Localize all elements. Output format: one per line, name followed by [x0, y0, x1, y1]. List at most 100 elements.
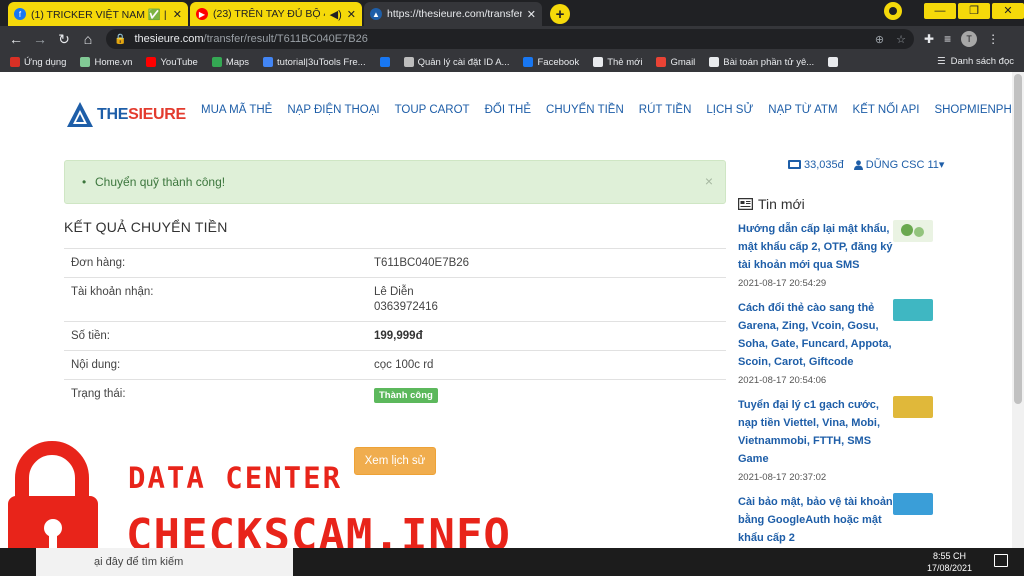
- new-tab-button[interactable]: +: [550, 4, 570, 24]
- bookmark-star-icon[interactable]: ☆: [896, 33, 906, 46]
- result-table: Đơn hàng: T611BC040E7B26 Tài khoản nhận:…: [64, 248, 726, 411]
- news-heading: Tin mới: [738, 196, 805, 212]
- reload-icon[interactable]: ↻: [52, 31, 76, 48]
- close-tab-icon[interactable]: ✕: [527, 8, 536, 21]
- lock-icon[interactable]: 🔒: [114, 34, 126, 45]
- news-thumbnail[interactable]: [893, 396, 933, 418]
- table-row: Đơn hàng: T611BC040E7B26: [64, 248, 726, 277]
- close-tab-icon[interactable]: ✕: [173, 8, 182, 21]
- news-list: Hướng dẫn cấp lại mật khẩu, mật khẩu cấp…: [738, 220, 938, 557]
- address-bar[interactable]: 🔒 thesieure.com /transfer/result/T611BC0…: [106, 29, 914, 49]
- bookmark-label: Thẻ mới: [607, 56, 643, 68]
- nav-link[interactable]: ĐỔI THẺ: [485, 104, 531, 116]
- row-label: Số tiền:: [71, 330, 110, 342]
- news-time: 2021-08-17 20:37:02: [738, 472, 827, 483]
- newspaper-icon: [738, 198, 753, 210]
- nav-link[interactable]: MUA MÃ THẺ: [201, 104, 272, 116]
- thesieure-icon: ▲: [370, 8, 382, 20]
- caret-down-icon: ▾: [938, 159, 945, 171]
- table-row: Tài khoản nhận: Lê Diễn 0363972416: [64, 277, 726, 321]
- globe-icon: [709, 57, 720, 67]
- bookmark-item[interactable]: Quản lý cài đặt ID A...: [403, 56, 510, 68]
- bookmark-item[interactable]: Maps: [211, 56, 250, 68]
- menu-kebab-icon[interactable]: ⋮: [987, 32, 999, 46]
- profile-avatar[interactable]: T: [961, 31, 978, 47]
- news-thumbnail[interactable]: [893, 220, 933, 242]
- back-icon[interactable]: ←: [4, 31, 28, 47]
- clock-time: 8:55 CH: [932, 551, 966, 561]
- bookmark-label: YouTube: [160, 56, 198, 68]
- browser-toolbar: ← → ↻ ⌂ 🔒 thesieure.com /transfer/result…: [0, 26, 1024, 52]
- table-row: Nội dung: cọc 100c rd: [64, 350, 726, 379]
- bookmark-item[interactable]: Ứng dụng: [10, 57, 66, 68]
- row-label: Trạng thái:: [71, 388, 126, 400]
- reading-list[interactable]: ☰ Danh sách đọc: [937, 56, 1014, 67]
- bookmark-label: Bài toán phần tử yê...: [723, 56, 815, 68]
- browser-tab-active[interactable]: ▲ https://thesieure.com/transfer/result …: [364, 2, 542, 26]
- nav-link[interactable]: RÚT TIỀN: [639, 104, 692, 116]
- logo-text-the: THE: [97, 106, 129, 123]
- alert-close-button[interactable]: ×: [705, 173, 713, 189]
- news-thumbnail[interactable]: [893, 493, 933, 515]
- recipient-phone: 0363972416: [374, 301, 438, 313]
- news-title-link[interactable]: Tuyển đại lý c1 gạch cước, nạp tiền Viet…: [738, 396, 893, 468]
- nav-link[interactable]: LỊCH SỬ: [706, 104, 753, 116]
- status-badge: Thành công: [374, 388, 438, 403]
- maximize-button[interactable]: ❐: [958, 3, 990, 19]
- close-window-button[interactable]: ✕: [992, 3, 1024, 19]
- bookmarks-bar: Ứng dụng Home.vn YouTube Maps tutorial|3uToo…: [0, 52, 1024, 72]
- extensions-icon[interactable]: ✚: [924, 32, 934, 46]
- window-controls: — ❐ ✕: [884, 0, 1024, 22]
- news-title-link[interactable]: Cài bảo mật, bảo vệ tài khoản bằng Googl…: [738, 493, 893, 547]
- news-title-link[interactable]: Hướng dẫn cấp lại mật khẩu, mật khẩu cấp…: [738, 220, 893, 274]
- nav-link[interactable]: KẾT NỐI API: [853, 104, 920, 116]
- nav-link[interactable]: TOUP CAROT: [395, 104, 470, 116]
- nav-link[interactable]: SHOPMIENPHI: [934, 104, 1015, 116]
- user-menu[interactable]: DŨNG CSC 11▾: [853, 158, 945, 171]
- bookmark-item[interactable]: Gmail: [656, 57, 695, 68]
- table-row: Số tiền: 199,999đ: [64, 321, 726, 350]
- browser-tab[interactable]: ▶ (23) TRÊN TAY ĐỦ BỘ 4 MÁY ◀) ✕: [190, 2, 362, 26]
- bookmark-label: Quản lý cài đặt ID A...: [417, 56, 510, 68]
- tab-search-icon[interactable]: [884, 2, 902, 20]
- bookmark-item[interactable]: Bài toán phần tử yê...: [709, 57, 814, 68]
- nav-link[interactable]: NẠP TỪ ATM: [768, 104, 837, 116]
- news-title-link[interactable]: Cách đổi thẻ cào sang thẻ Garena, Zing, …: [738, 299, 893, 371]
- browser-tab[interactable]: f (1) TRICKER VIỆT NAM ✅ | Facebook ✕: [8, 2, 188, 26]
- bookmark-label: Maps: [225, 56, 250, 68]
- nav-link[interactable]: NẠP ĐIỆN THOẠI: [287, 104, 379, 116]
- taskbar-search-box[interactable]: ại đây để tìm kiếm: [36, 548, 293, 576]
- notification-icon[interactable]: [994, 554, 1008, 567]
- bookmark-item[interactable]: [379, 57, 390, 67]
- bookmark-item[interactable]: [828, 57, 839, 67]
- nav-link[interactable]: CHUYỂN TIỀN: [546, 104, 624, 116]
- mute-icon[interactable]: ◀): [330, 8, 342, 21]
- zoom-icon[interactable]: ⊕: [875, 33, 884, 46]
- transfer-note: cọc 100c rd: [374, 359, 434, 371]
- bookmark-item[interactable]: Home.vn: [80, 57, 132, 68]
- scrollbar-thumb[interactable]: [1014, 74, 1022, 404]
- facebook-icon: f: [14, 8, 26, 20]
- alert-message: Chuyển quỹ thành công!: [82, 175, 225, 189]
- user-bar: 33,035đ DŨNG CSC 11▾: [788, 158, 944, 171]
- facebook-icon: [523, 57, 534, 67]
- apps-icon: [10, 57, 20, 67]
- taskbar-clock[interactable]: 8:55 CH 17/08/2021: [927, 550, 972, 574]
- page-scrollbar[interactable]: [1012, 72, 1024, 548]
- home-icon[interactable]: ⌂: [76, 31, 100, 47]
- balance[interactable]: 33,035đ: [788, 159, 844, 171]
- tools-icon: [263, 57, 274, 67]
- media-control-icon[interactable]: ≡: [944, 32, 951, 46]
- bookmark-item[interactable]: Thẻ mới: [593, 57, 642, 68]
- forward-icon[interactable]: →: [28, 31, 52, 47]
- site-logo[interactable]: THESIEURE: [66, 101, 186, 129]
- minimize-button[interactable]: —: [924, 3, 956, 19]
- globe-icon: [828, 57, 839, 67]
- news-item: Cách đổi thẻ cào sang thẻ Garena, Zing, …: [738, 299, 938, 386]
- bookmark-item[interactable]: YouTube: [146, 56, 198, 68]
- bookmark-item[interactable]: tutorial|3uTools Fre...: [263, 57, 366, 68]
- bookmark-item[interactable]: Facebook: [523, 57, 579, 68]
- close-tab-icon[interactable]: ✕: [347, 8, 356, 21]
- news-thumbnail[interactable]: [893, 299, 933, 321]
- reading-list-icon: ☰: [937, 56, 946, 67]
